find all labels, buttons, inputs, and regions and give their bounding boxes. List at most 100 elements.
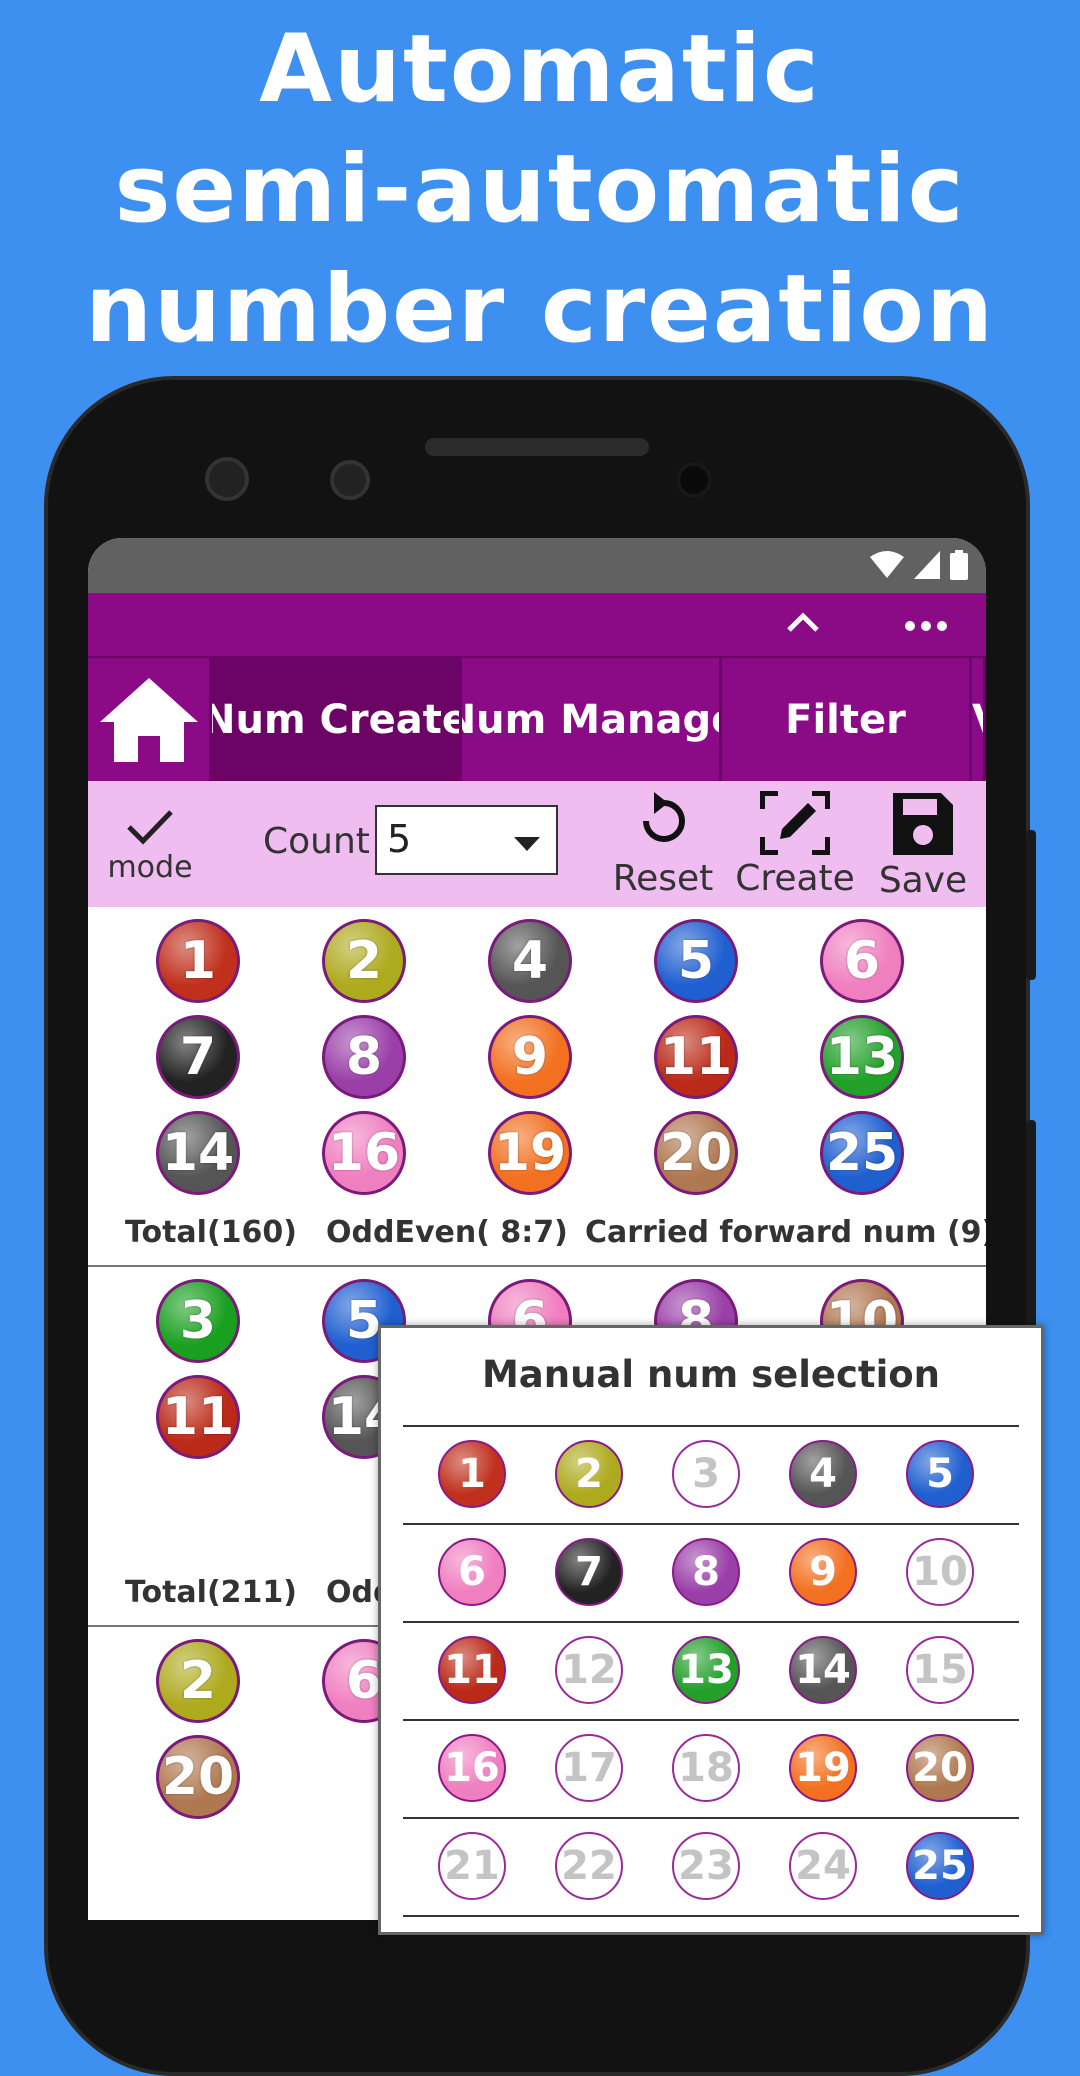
create-icon <box>759 790 831 856</box>
manual-number-20[interactable]: 20 <box>906 1734 974 1802</box>
tab-bar: Num Create Num Manage Filter V <box>88 656 986 781</box>
manual-number-5[interactable]: 5 <box>906 1440 974 1508</box>
total-text: Total(211) <box>125 1575 298 1610</box>
number-ball-20: 20 <box>156 1735 240 1819</box>
speaker-grille <box>425 438 649 456</box>
app-bar <box>88 593 986 656</box>
phone-volume-button <box>1026 1120 1036 1360</box>
number-ball-3: 3 <box>156 1279 240 1363</box>
manual-number-19[interactable]: 19 <box>789 1734 857 1802</box>
manual-number-15[interactable]: 15 <box>906 1636 974 1704</box>
wifi-icon <box>870 551 904 578</box>
manual-number-17[interactable]: 17 <box>555 1734 623 1802</box>
manual-number-7[interactable]: 7 <box>555 1538 623 1606</box>
manual-number-18[interactable]: 18 <box>672 1734 740 1802</box>
manual-number-22[interactable]: 22 <box>555 1832 623 1900</box>
manual-number-25[interactable]: 25 <box>906 1832 974 1900</box>
dialog-row-divider <box>403 1425 1019 1427</box>
number-ball-6: 6 <box>820 919 904 1003</box>
camera-icon <box>330 460 370 500</box>
chevron-up-icon[interactable] <box>786 611 820 633</box>
toolbar: mode Count 5 Reset Create Save <box>88 781 986 907</box>
headline-line-3: number creation <box>85 255 995 364</box>
reset-label: Reset <box>612 858 714 899</box>
dropdown-arrow-icon <box>514 837 540 851</box>
count-value: 5 <box>387 817 412 861</box>
set-divider <box>88 1265 986 1267</box>
tab-v[interactable]: V <box>972 658 986 781</box>
save-button[interactable]: Save <box>868 791 978 901</box>
number-ball-25: 25 <box>820 1111 904 1195</box>
battery-icon <box>950 550 968 580</box>
mode-button[interactable]: mode <box>100 809 200 885</box>
number-ball-13: 13 <box>820 1015 904 1099</box>
manual-number-14[interactable]: 14 <box>789 1636 857 1704</box>
create-label: Create <box>735 858 855 899</box>
number-ball-14: 14 <box>156 1111 240 1195</box>
manual-selection-dialog: Manual num selection 1 2 3 4 5 6 7 8 9 10 11 12 13 14… <box>378 1325 1044 1935</box>
number-ball-16: 16 <box>322 1111 406 1195</box>
dialog-title: Manual num selection <box>481 1353 941 1396</box>
number-ball-20: 20 <box>654 1111 738 1195</box>
manual-number-9[interactable]: 9 <box>789 1538 857 1606</box>
dialog-row-divider <box>403 1523 1019 1525</box>
number-ball-11: 11 <box>654 1015 738 1099</box>
number-ball-19: 19 <box>488 1111 572 1195</box>
tab-label: V <box>972 697 983 743</box>
reset-button[interactable]: Reset <box>593 791 733 899</box>
tab-filter[interactable]: Filter <box>722 658 972 781</box>
headline-line-1: Automatic <box>259 15 821 124</box>
number-ball-9: 9 <box>488 1015 572 1099</box>
save-label: Save <box>878 860 968 901</box>
home-icon <box>99 677 198 762</box>
manual-number-6[interactable]: 6 <box>438 1538 506 1606</box>
manual-number-12[interactable]: 12 <box>555 1636 623 1704</box>
manual-number-23[interactable]: 23 <box>672 1832 740 1900</box>
manual-number-24[interactable]: 24 <box>789 1832 857 1900</box>
create-button[interactable]: Create <box>720 790 870 899</box>
manual-number-2[interactable]: 2 <box>555 1440 623 1508</box>
check-icon <box>127 810 173 845</box>
dialog-row-divider <box>403 1915 1019 1917</box>
number-ball-2: 2 <box>322 919 406 1003</box>
tab-num-manage[interactable]: Num Manage <box>462 658 722 781</box>
dialog-row-divider <box>403 1719 1019 1721</box>
tab-label: Num Manage <box>462 696 722 743</box>
dialog-row-divider <box>403 1621 1019 1623</box>
count-select[interactable]: 5 <box>375 805 558 875</box>
odd-even-text: OddEven( 8:7) <box>326 1215 568 1250</box>
phone-side-button <box>1026 830 1036 980</box>
tab-label: Filter <box>785 696 906 743</box>
carried-forward-text: Carried forward num (9) <box>585 1215 986 1250</box>
manual-number-16[interactable]: 16 <box>438 1734 506 1802</box>
total-text: Total(160) <box>125 1215 298 1250</box>
number-ball-4: 4 <box>488 919 572 1003</box>
manual-number-21[interactable]: 21 <box>438 1832 506 1900</box>
headline: Automatic semi-automatic number creation <box>0 10 1080 370</box>
signal-icon <box>914 551 940 579</box>
more-dots-icon[interactable] <box>904 619 948 633</box>
tab-num-create[interactable]: Num Create <box>212 658 462 781</box>
number-ball-1: 1 <box>156 919 240 1003</box>
manual-number-4[interactable]: 4 <box>789 1440 857 1508</box>
dialog-row-divider <box>403 1817 1019 1819</box>
tab-label: Num Create <box>212 696 462 743</box>
number-ball-11: 11 <box>156 1375 240 1459</box>
number-ball-5: 5 <box>654 919 738 1003</box>
manual-number-3[interactable]: 3 <box>672 1440 740 1508</box>
number-ball-7: 7 <box>156 1015 240 1099</box>
reset-icon <box>643 792 685 842</box>
manual-number-11[interactable]: 11 <box>438 1636 506 1704</box>
tab-home[interactable] <box>88 658 212 781</box>
manual-number-13[interactable]: 13 <box>672 1636 740 1704</box>
count-label: Count <box>263 821 370 862</box>
manual-number-8[interactable]: 8 <box>672 1538 740 1606</box>
mode-label: mode <box>107 850 193 885</box>
headline-line-2: semi-automatic <box>114 135 966 244</box>
manual-number-1[interactable]: 1 <box>438 1440 506 1508</box>
manual-number-10[interactable]: 10 <box>906 1538 974 1606</box>
sensor-icon <box>676 462 712 498</box>
camera-icon <box>205 457 249 501</box>
save-icon <box>893 793 953 855</box>
number-ball-8: 8 <box>322 1015 406 1099</box>
